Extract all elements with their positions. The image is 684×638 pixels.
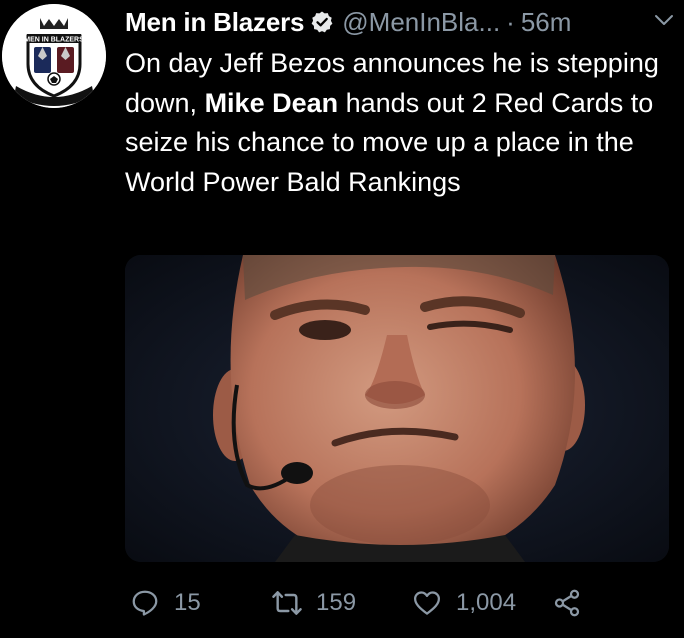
retweet-button[interactable]: 159 [270,582,356,624]
reply-count: 15 [174,589,201,616]
mention-mike-dean: Mike Dean [204,87,339,118]
referee-portrait-photo [125,255,669,562]
timestamp[interactable]: 56m [521,7,572,38]
share-icon [550,586,584,620]
retweet-icon [270,586,304,620]
tweet-actions: 15 159 1,004 [128,582,684,624]
tweet-photo[interactable] [125,255,669,562]
tweet-text: On day Jeff Bezos announces he is steppi… [125,44,670,202]
heart-icon [410,586,444,620]
retweet-count: 159 [316,589,357,616]
separator-dot: · [506,6,515,37]
share-button[interactable] [550,582,584,624]
chevron-down-icon[interactable] [652,8,676,32]
handle[interactable]: @MenInBla... [342,7,500,38]
men-in-blazers-logo: MEN IN BLAZERS [2,4,106,108]
reply-button[interactable]: 15 [128,582,201,624]
avatar[interactable]: MEN IN BLAZERS [2,4,106,108]
display-name[interactable]: Men in Blazers [125,7,304,38]
tweet-header: Men in Blazers @MenInBla... · 56m [125,2,681,42]
like-count: 1,004 [456,589,517,616]
verified-badge-icon [310,10,334,34]
tweet[interactable]: MEN IN BLAZERS Men in Blazers @MenInBla.… [0,0,684,638]
reply-icon [128,586,162,620]
like-button[interactable]: 1,004 [410,582,516,624]
svg-text:MEN IN BLAZERS: MEN IN BLAZERS [24,37,84,44]
